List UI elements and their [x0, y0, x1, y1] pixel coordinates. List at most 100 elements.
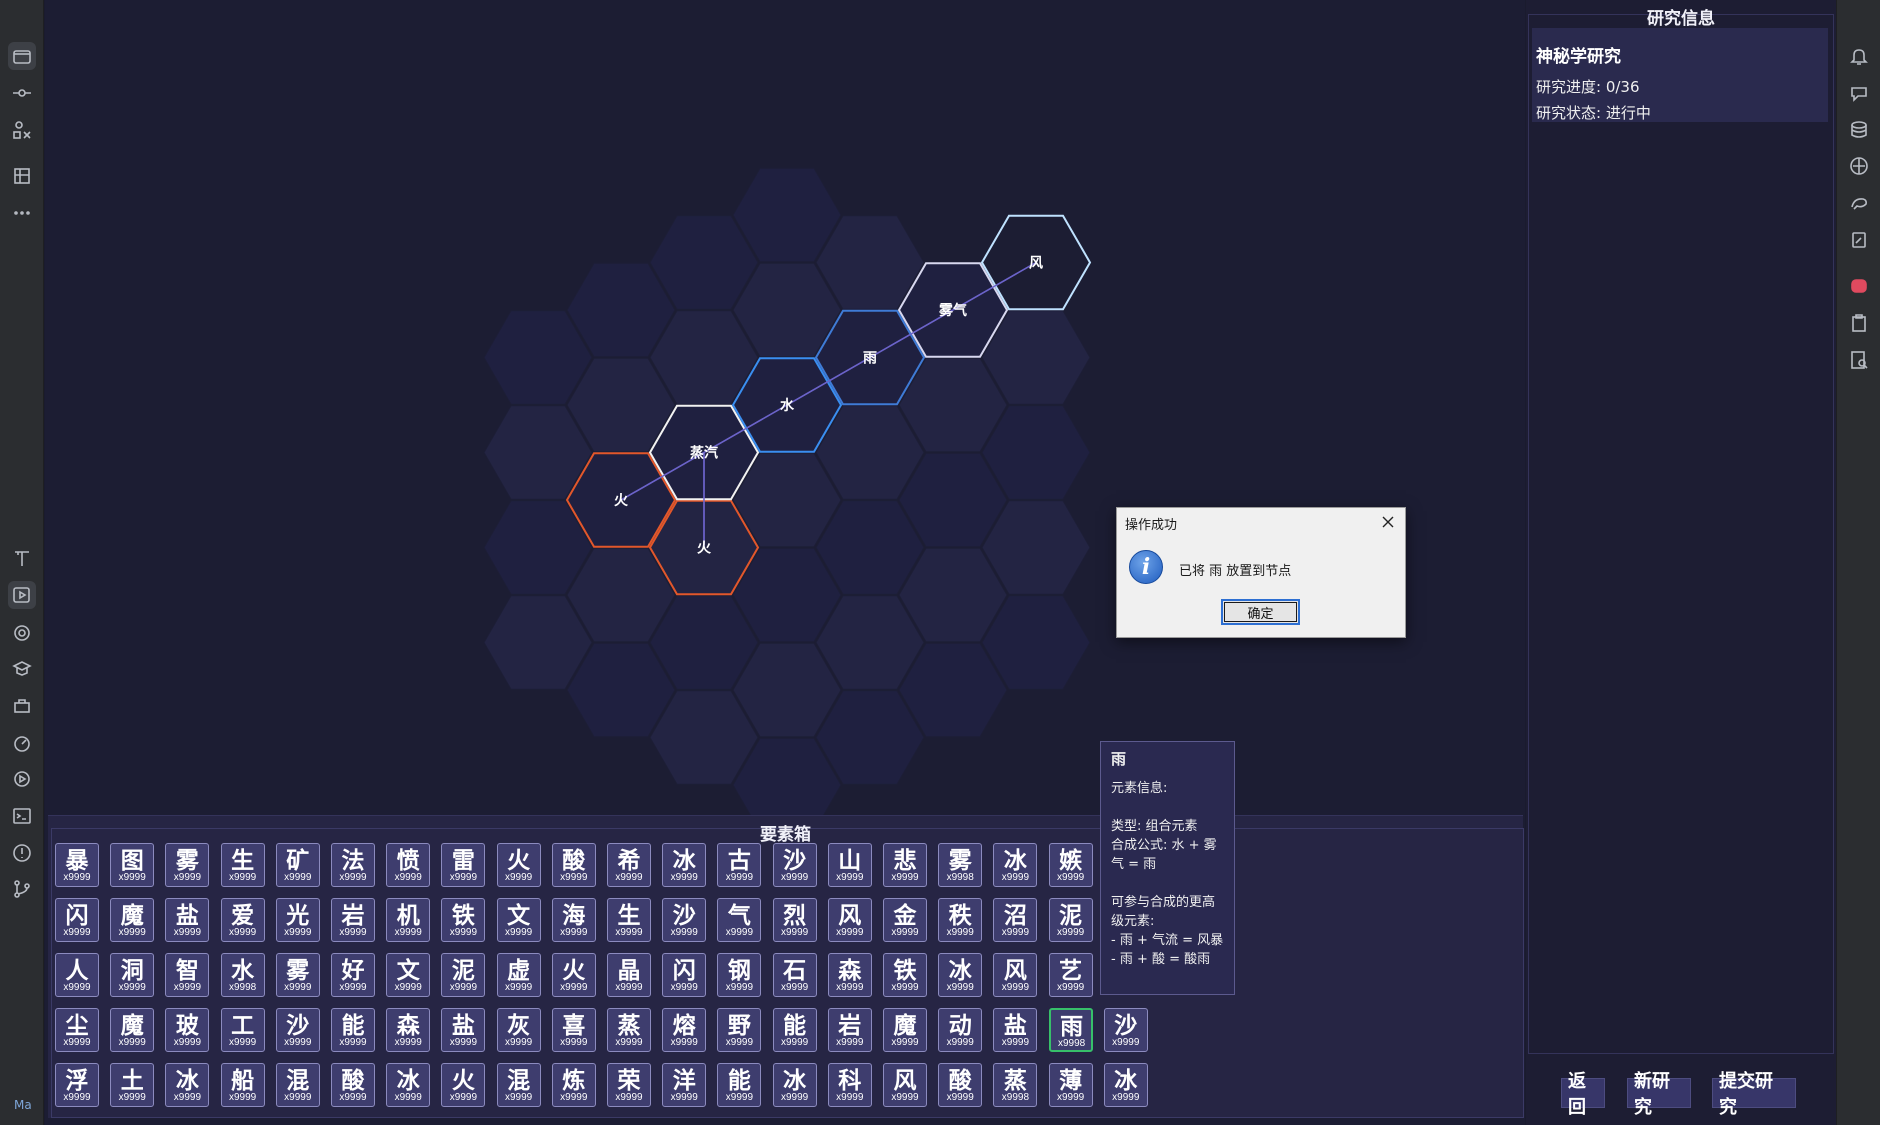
- element-tile[interactable]: 爱 x9999: [220, 898, 265, 942]
- element-tile[interactable]: 烈 x9999: [772, 898, 817, 942]
- element-tile[interactable]: 蒸 x9999: [607, 1008, 651, 1052]
- element-tile[interactable]: 铁 x9999: [883, 953, 927, 997]
- element-tile[interactable]: 暴 x9999: [55, 843, 99, 887]
- element-tile[interactable]: 酸 x9999: [331, 1063, 375, 1107]
- element-tile[interactable]: 金 x9999: [883, 898, 927, 942]
- element-tile[interactable]: 冰 x9999: [772, 1063, 817, 1107]
- close-icon[interactable]: [1377, 512, 1399, 532]
- element-tile[interactable]: 能 x9999: [717, 1063, 762, 1107]
- clipboard-icon[interactable]: [1845, 309, 1873, 337]
- element-tile[interactable]: 熔 x9999: [662, 1008, 707, 1052]
- database-icon[interactable]: [1845, 116, 1873, 144]
- element-tile[interactable]: 工 x9999: [220, 1008, 265, 1052]
- element-tile[interactable]: 盐 x9999: [441, 1008, 486, 1052]
- element-tile[interactable]: 沙 x9999: [772, 843, 817, 887]
- element-tile[interactable]: 智 x9999: [165, 953, 210, 997]
- element-tile[interactable]: 冰 x9999: [165, 1063, 210, 1107]
- element-tile[interactable]: 山 x9999: [827, 843, 872, 887]
- run-icon[interactable]: [8, 581, 36, 609]
- element-tile[interactable]: 混 x9999: [496, 1063, 541, 1107]
- element-tile[interactable]: 古 x9999: [717, 843, 762, 887]
- element-tile[interactable]: 野 x9999: [717, 1008, 762, 1052]
- element-tile[interactable]: 土 x9999: [110, 1063, 155, 1107]
- element-tile[interactable]: 嫉 x9999: [1048, 843, 1093, 887]
- maven-icon[interactable]: [1845, 152, 1873, 180]
- element-tile[interactable]: 文 x9999: [496, 898, 541, 942]
- endpoints-icon[interactable]: [1845, 226, 1873, 254]
- element-tile[interactable]: 冰 x9999: [993, 843, 1038, 887]
- element-tile[interactable]: 生 x9999: [220, 843, 265, 887]
- element-tile[interactable]: 火 x9999: [441, 1063, 486, 1107]
- more-icon[interactable]: [8, 199, 36, 227]
- element-tile[interactable]: 图 x9999: [110, 843, 155, 887]
- element-tile[interactable]: 盐 x9999: [993, 1008, 1038, 1052]
- element-tile[interactable]: 生 x9999: [607, 898, 651, 942]
- element-tile[interactable]: 海 x9999: [551, 898, 596, 942]
- element-tile[interactable]: 混 x9999: [275, 1063, 320, 1107]
- element-tile[interactable]: 愤 x9999: [386, 843, 431, 887]
- element-tile[interactable]: 雾 x9999: [275, 953, 320, 997]
- problems-icon[interactable]: [8, 839, 36, 867]
- element-tile[interactable]: 岩 x9999: [827, 1008, 872, 1052]
- element-tile[interactable]: 沙 x9999: [662, 898, 707, 942]
- element-tile[interactable]: 火 x9999: [496, 843, 541, 887]
- element-tile[interactable]: 钢 x9999: [717, 953, 762, 997]
- element-tile[interactable]: 浮 x9999: [55, 1063, 99, 1107]
- plugin-badge-icon[interactable]: [1845, 272, 1873, 300]
- element-tile[interactable]: 洞 x9999: [110, 953, 155, 997]
- element-tile[interactable]: 雷 x9999: [441, 843, 486, 887]
- notifications-icon[interactable]: [1845, 42, 1873, 70]
- profiler-icon[interactable]: [8, 729, 36, 757]
- element-tile[interactable]: 沼 x9999: [993, 898, 1038, 942]
- element-tile[interactable]: 岩 x9999: [331, 898, 375, 942]
- element-tile[interactable]: 冰 x9999: [386, 1063, 431, 1107]
- ai-assistant-icon[interactable]: [1845, 79, 1873, 107]
- element-tile[interactable]: 闪 x9999: [662, 953, 707, 997]
- terminal-icon[interactable]: [8, 802, 36, 830]
- learn-icon[interactable]: [8, 655, 36, 683]
- git-icon[interactable]: [8, 875, 36, 903]
- element-tile[interactable]: 文 x9999: [386, 953, 431, 997]
- element-tile[interactable]: 好 x9999: [331, 953, 375, 997]
- plugins-icon[interactable]: [8, 619, 36, 647]
- element-tile[interactable]: 铁 x9999: [441, 898, 486, 942]
- element-tile[interactable]: 动 x9999: [938, 1008, 983, 1052]
- element-tile[interactable]: 雾 x9999: [165, 843, 210, 887]
- commit-icon[interactable]: [8, 79, 36, 107]
- element-tile[interactable]: 森 x9999: [827, 953, 872, 997]
- element-tile[interactable]: 能 x9999: [772, 1008, 817, 1052]
- element-tile[interactable]: 雾 x9998: [938, 843, 983, 887]
- element-tile[interactable]: 沙 x9999: [1103, 1008, 1148, 1052]
- project-icon[interactable]: [8, 42, 36, 70]
- element-tile[interactable]: 水 x9998: [220, 953, 265, 997]
- element-tile[interactable]: 火 x9999: [551, 953, 596, 997]
- element-tile[interactable]: 人 x9999: [55, 953, 99, 997]
- services-icon[interactable]: [8, 692, 36, 720]
- element-tile[interactable]: 能 x9999: [331, 1008, 375, 1052]
- bookmarks-icon[interactable]: [8, 162, 36, 190]
- element-tile[interactable]: 冰 x9999: [1103, 1063, 1148, 1107]
- build-icon[interactable]: [8, 544, 36, 572]
- element-tile[interactable]: 薄 x9999: [1048, 1063, 1093, 1107]
- element-tile[interactable]: 悲 x9999: [883, 843, 927, 887]
- element-tile[interactable]: 灰 x9999: [496, 1008, 541, 1052]
- element-tile[interactable]: 玻 x9999: [165, 1008, 210, 1052]
- submit-research-button[interactable]: 提交研究: [1712, 1071, 1796, 1118]
- element-tile[interactable]: 气 x9999: [717, 898, 762, 942]
- element-tile[interactable]: 机 x9999: [386, 898, 431, 942]
- element-tile[interactable]: 魔 x9999: [883, 1008, 927, 1052]
- element-tile[interactable]: 石 x9999: [772, 953, 817, 997]
- element-tile[interactable]: 泥 x9999: [1048, 898, 1093, 942]
- element-tile[interactable]: 冰 x9999: [662, 843, 707, 887]
- element-tile[interactable]: 晶 x9999: [607, 953, 651, 997]
- element-tile[interactable]: 盐 x9999: [165, 898, 210, 942]
- element-tile[interactable]: 森 x9999: [386, 1008, 431, 1052]
- element-tile[interactable]: 魔 x9999: [110, 1008, 155, 1052]
- back-button[interactable]: 返回: [1561, 1071, 1605, 1118]
- element-tile[interactable]: 喜 x9999: [551, 1008, 596, 1052]
- element-tile[interactable]: 科 x9999: [827, 1063, 872, 1107]
- element-tile[interactable]: 风 x9999: [993, 953, 1038, 997]
- element-tile[interactable]: 秩 x9999: [938, 898, 983, 942]
- element-tile[interactable]: 虚 x9999: [496, 953, 541, 997]
- element-tile[interactable]: 希 x9999: [607, 843, 651, 887]
